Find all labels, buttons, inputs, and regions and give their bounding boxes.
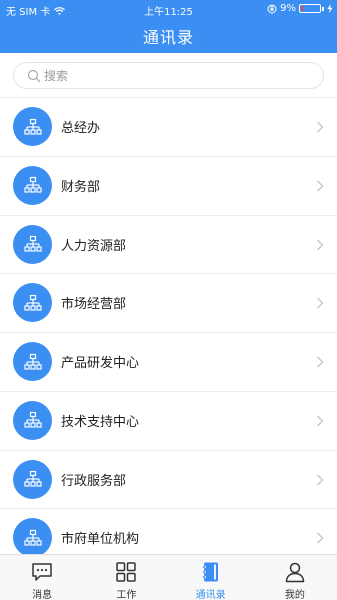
list-item-department[interactable]: 财务部 bbox=[0, 156, 337, 216]
tab-label: 通讯录 bbox=[195, 590, 226, 600]
search-input[interactable] bbox=[44, 67, 314, 85]
search-box[interactable] bbox=[13, 62, 324, 89]
org-chart-icon bbox=[13, 107, 52, 146]
department-label: 技术支持中心 bbox=[61, 414, 140, 430]
chevron-right-icon bbox=[317, 180, 324, 192]
chevron-right-icon bbox=[317, 121, 324, 133]
tab-contacts[interactable]: 通讯录 bbox=[169, 555, 253, 600]
battery-percent: 9% bbox=[280, 3, 296, 14]
org-chart-icon bbox=[13, 459, 52, 499]
tab-label: 工作 bbox=[116, 590, 137, 600]
app-header: 无 SIM 卡 上午11:25 9% 通讯录 bbox=[0, 0, 337, 53]
contacts-book-icon bbox=[201, 562, 218, 582]
battery-cap bbox=[322, 6, 324, 11]
search-icon bbox=[27, 69, 41, 83]
battery-icon bbox=[299, 4, 321, 13]
department-label: 行政服务部 bbox=[61, 473, 127, 489]
org-chart-icon bbox=[13, 400, 52, 440]
tab-label: 我的 bbox=[284, 590, 305, 600]
org-chart-icon bbox=[13, 224, 52, 264]
charging-icon bbox=[327, 4, 333, 13]
department-label: 市府单位机构 bbox=[61, 532, 140, 548]
chevron-right-icon bbox=[317, 297, 324, 309]
department-label: 市场经营部 bbox=[61, 297, 127, 313]
search-bar bbox=[0, 53, 337, 98]
org-chart-icon bbox=[13, 342, 52, 381]
chevron-right-icon bbox=[317, 532, 324, 544]
tab-label: 消息 bbox=[32, 590, 53, 600]
status-bar: 无 SIM 卡 上午11:25 9% bbox=[0, 0, 337, 18]
list-item-department[interactable]: 技术支持中心 bbox=[0, 391, 337, 451]
list-item-department[interactable]: 行政服务部 bbox=[0, 450, 337, 510]
bottom-tab-bar: 消息 工作 通讯录 我的 bbox=[0, 554, 337, 600]
orientation-lock-icon bbox=[267, 4, 277, 13]
list-item-department[interactable]: 产品研发中心 bbox=[0, 333, 337, 392]
department-label: 财务部 bbox=[61, 179, 101, 195]
message-icon bbox=[32, 563, 52, 581]
department-label: 人力资源部 bbox=[61, 238, 127, 254]
list-item-department[interactable]: 总经办 bbox=[0, 98, 337, 157]
department-label: 产品研发中心 bbox=[61, 356, 140, 371]
tab-profile[interactable]: 我的 bbox=[253, 555, 337, 600]
list-item-department[interactable]: 人力资源部 bbox=[0, 215, 337, 275]
tab-messages[interactable]: 消息 bbox=[0, 555, 84, 600]
chevron-right-icon bbox=[317, 474, 324, 485]
org-chart-icon bbox=[13, 165, 52, 205]
list-item-department[interactable]: 市场经营部 bbox=[0, 274, 337, 333]
person-icon bbox=[285, 562, 305, 583]
org-chart-icon bbox=[13, 283, 52, 323]
battery-level bbox=[301, 6, 303, 11]
grid-icon bbox=[116, 562, 137, 582]
page-title: 通讯录 bbox=[142, 28, 194, 47]
chevron-right-icon bbox=[317, 239, 324, 250]
status-right: 9% bbox=[267, 3, 333, 14]
chevron-right-icon bbox=[317, 415, 324, 427]
chevron-right-icon bbox=[317, 356, 324, 368]
department-list: 总经办 财务部 人力资源部 市场经营部 产品研发中心 技术支持中心 行政服务部 … bbox=[0, 98, 337, 554]
list-item-department[interactable]: 市府单位机构 bbox=[0, 509, 337, 554]
org-chart-icon bbox=[13, 518, 52, 554]
department-label: 总经办 bbox=[61, 121, 101, 136]
tab-work[interactable]: 工作 bbox=[84, 555, 168, 600]
